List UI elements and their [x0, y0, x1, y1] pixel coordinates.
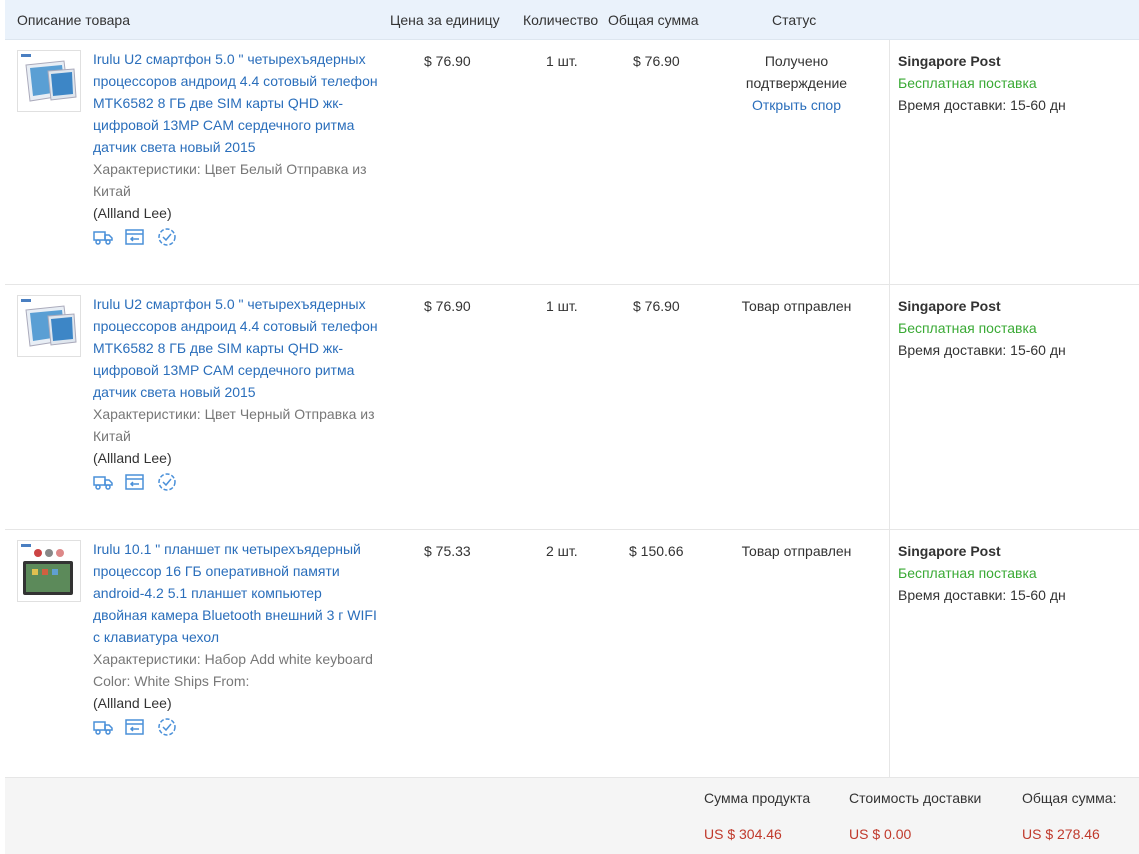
shipping-truck-icon[interactable]: [93, 228, 113, 246]
product-thumbnail[interactable]: [17, 50, 81, 112]
unit-price: $ 76.90: [424, 53, 471, 69]
status-line: подтверждение: [745, 75, 848, 91]
delivery-time: Время доставки: 15-60 дн: [898, 97, 1066, 113]
free-shipping-label: Бесплатная поставка: [898, 565, 1037, 581]
order-actions: [93, 718, 378, 736]
header-unit-price: Цена за единицу: [390, 12, 500, 28]
shipping-info: Singapore Post Бесплатная поставка Время…: [898, 295, 1066, 361]
order-table-header: Описание товара Цена за единицу Количест…: [5, 0, 1139, 40]
header-description: Описание товара: [17, 12, 130, 28]
column-divider: [889, 530, 890, 777]
shipping-truck-icon[interactable]: [93, 718, 113, 736]
product-sum-label: Сумма продукта: [704, 790, 811, 806]
order-sum: $ 150.66: [629, 543, 684, 559]
order-row: Irulu U2 смартфон 5.0 " четырехъядерных …: [5, 285, 1139, 530]
header-quantity: Количество: [523, 12, 599, 28]
shipping-cost-label: Стоимость доставки: [849, 790, 982, 806]
confirm-receipt-icon[interactable]: [157, 718, 177, 736]
carrier-name: Singapore Post: [898, 298, 1001, 314]
product-sum-value: US $ 304.46: [704, 826, 782, 842]
grand-total-label: Общая сумма:: [1022, 790, 1117, 806]
return-icon[interactable]: [125, 228, 145, 246]
unit-price: $ 75.33: [424, 543, 471, 559]
confirm-receipt-icon[interactable]: [157, 228, 177, 246]
quantity: 2 шт.: [546, 543, 578, 559]
carrier-name: Singapore Post: [898, 53, 1001, 69]
shipping-info: Singapore Post Бесплатная поставка Время…: [898, 50, 1066, 116]
status-line: Товар отправлен: [741, 298, 852, 314]
shipping-truck-icon[interactable]: [93, 473, 113, 491]
order-row: Irulu 10.1 " планшет пк четырехъядерный …: [5, 530, 1139, 778]
order-status: Товар отправлен: [730, 295, 863, 317]
status-line: Получено: [764, 53, 829, 69]
quantity: 1 шт.: [546, 53, 578, 69]
seller-name[interactable]: (Allland Lee): [93, 202, 378, 224]
product-specs: Характеристики: Набор Add white keyboard…: [93, 651, 373, 689]
product-specs: Характеристики: Цвет Белый Отправка из К…: [93, 161, 367, 199]
quantity: 1 шт.: [546, 298, 578, 314]
order-status: Получено подтверждение Открыть спор: [730, 50, 863, 116]
order-sum: $ 76.90: [633, 53, 680, 69]
unit-price: $ 76.90: [424, 298, 471, 314]
seller-name[interactable]: (Allland Lee): [93, 692, 378, 714]
product-title-link[interactable]: Irulu U2 смартфон 5.0 " четырехъядерных …: [93, 48, 378, 158]
return-icon[interactable]: [125, 473, 145, 491]
order-actions: [93, 473, 378, 491]
order-status: Товар отправлен: [730, 540, 863, 562]
column-divider: [889, 285, 890, 529]
shipping-cost-value: US $ 0.00: [849, 826, 912, 842]
status-line: Товар отправлен: [741, 543, 852, 559]
product-title-link[interactable]: Irulu 10.1 " планшет пк четырехъядерный …: [93, 538, 378, 648]
grand-total-value: US $ 278.46: [1022, 826, 1100, 842]
product-description: Irulu U2 смартфон 5.0 " четырехъядерных …: [93, 48, 378, 246]
open-dispute-link[interactable]: Открыть спор: [752, 97, 841, 113]
product-thumbnail[interactable]: [17, 295, 81, 357]
free-shipping-label: Бесплатная поставка: [898, 75, 1037, 91]
delivery-time: Время доставки: 15-60 дн: [898, 342, 1066, 358]
header-total: Общая сумма: [608, 12, 699, 28]
product-description: Irulu U2 смартфон 5.0 " четырехъядерных …: [93, 293, 378, 491]
delivery-time: Время доставки: 15-60 дн: [898, 587, 1066, 603]
product-specs: Характеристики: Цвет Черный Отправка из …: [93, 406, 375, 444]
product-description: Irulu 10.1 " планшет пк четырехъядерный …: [93, 538, 378, 736]
order-summary: Сумма продукта Стоимость доставки Общая …: [5, 778, 1139, 854]
product-title-link[interactable]: Irulu U2 смартфон 5.0 " четырехъядерных …: [93, 293, 378, 403]
column-divider: [889, 40, 890, 284]
shipping-info: Singapore Post Бесплатная поставка Время…: [898, 540, 1066, 606]
order-row: Irulu U2 смартфон 5.0 " четырехъядерных …: [5, 40, 1139, 285]
order-sum: $ 76.90: [633, 298, 680, 314]
carrier-name: Singapore Post: [898, 543, 1001, 559]
return-icon[interactable]: [125, 718, 145, 736]
order-actions: [93, 228, 378, 246]
free-shipping-label: Бесплатная поставка: [898, 320, 1037, 336]
seller-name[interactable]: (Allland Lee): [93, 447, 378, 469]
header-status: Статус: [772, 12, 817, 28]
confirm-receipt-icon[interactable]: [157, 473, 177, 491]
product-thumbnail[interactable]: [17, 540, 81, 602]
